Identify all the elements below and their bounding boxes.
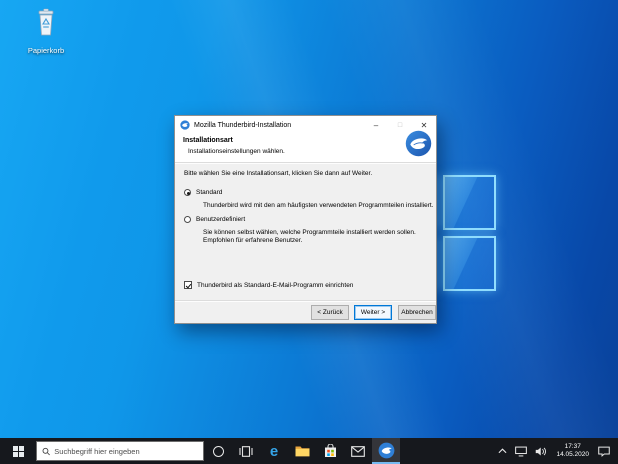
screen: Papierkorb Mozilla Thunderbird-Installat… — [0, 0, 618, 464]
search-input[interactable] — [54, 447, 198, 456]
dialog-header: Installationsart Installationseinstellun… — [175, 134, 436, 162]
cancel-button[interactable]: Abbrechen — [398, 305, 436, 320]
footer-divider — [175, 300, 436, 301]
default-mail-checkbox-label: Thunderbird als Standard-E-Mail-Programm… — [197, 282, 353, 289]
taskbar: e — [0, 438, 618, 464]
windows-start-icon — [13, 446, 24, 457]
taskbar-item-task-view[interactable] — [232, 438, 260, 464]
minimize-icon[interactable]: – — [364, 116, 388, 134]
cortana-icon — [213, 446, 224, 457]
radio-standard[interactable]: Standard — [184, 189, 222, 196]
radio-benutzerdefiniert[interactable]: Benutzerdefiniert — [184, 216, 245, 223]
radio-selected-icon[interactable] — [184, 189, 191, 196]
radio-unselected-icon[interactable] — [184, 216, 191, 223]
thunderbird-installer-dialog: Mozilla Thunderbird-Installation – □ ✕ I… — [174, 115, 437, 324]
radio-benutzerdefiniert-label: Benutzerdefiniert — [196, 216, 245, 223]
instruction-text: Bitte wählen Sie eine Installationsart, … — [184, 170, 424, 177]
file-explorer-icon — [295, 445, 310, 457]
tray-date: 14.05.2020 — [556, 451, 589, 459]
speaker-icon — [535, 446, 547, 457]
taskbar-search[interactable] — [36, 441, 204, 461]
back-button[interactable]: < Zurück — [311, 305, 349, 320]
thunderbird-installer-icon — [378, 442, 395, 459]
recycle-bin-label: Papierkorb — [18, 46, 74, 55]
dialog-title: Mozilla Thunderbird-Installation — [194, 122, 291, 129]
taskbar-item-cortana[interactable] — [204, 438, 232, 464]
default-mail-checkbox[interactable]: Thunderbird als Standard-E-Mail-Programm… — [184, 281, 353, 289]
taskbar-item-mail[interactable] — [344, 438, 372, 464]
action-center-icon — [598, 446, 610, 457]
task-view-icon — [239, 446, 253, 457]
tray-network[interactable] — [511, 438, 531, 464]
page-title: Installationsart — [183, 137, 233, 144]
search-icon — [42, 447, 50, 456]
taskbar-item-file-explorer[interactable] — [288, 438, 316, 464]
recycle-bin-icon — [31, 8, 61, 40]
checkbox-checked-icon[interactable] — [184, 281, 192, 289]
dialog-titlebar[interactable]: Mozilla Thunderbird-Installation – □ ✕ — [175, 116, 436, 134]
chevron-up-icon — [498, 448, 507, 454]
windows-logo-pane — [443, 236, 496, 291]
radio-benutzerdefiniert-description: Sie können selbst wählen, welche Program… — [203, 229, 433, 245]
tray-clock[interactable]: 17:37 14.05.2020 — [551, 443, 594, 459]
thunderbird-logo-icon — [405, 130, 432, 157]
system-tray: 17:37 14.05.2020 — [494, 438, 618, 464]
recycle-bin-desktop-icon[interactable]: Papierkorb — [18, 8, 74, 55]
taskbar-item-edge[interactable]: e — [260, 438, 288, 464]
page-subtitle: Installationseinstellungen wählen. — [188, 148, 285, 155]
radio-standard-label: Standard — [196, 189, 222, 196]
taskbar-item-store[interactable] — [316, 438, 344, 464]
tray-time: 17:37 — [556, 443, 589, 451]
header-divider — [175, 162, 436, 163]
windows-logo-pane — [443, 175, 496, 230]
start-button[interactable] — [0, 438, 36, 464]
taskbar-item-thunderbird-installer[interactable] — [372, 438, 400, 464]
tray-chevron[interactable] — [494, 438, 511, 464]
edge-icon: e — [270, 444, 278, 459]
network-icon — [515, 446, 527, 457]
radio-standard-description: Thunderbird wird mit den am häufigsten v… — [203, 202, 435, 210]
next-button[interactable]: Weiter > — [354, 305, 392, 320]
thunderbird-titlebar-icon — [180, 120, 190, 130]
tray-volume[interactable] — [531, 438, 551, 464]
action-center-button[interactable] — [594, 438, 614, 464]
microsoft-store-icon — [324, 444, 337, 458]
mail-icon — [351, 446, 365, 457]
